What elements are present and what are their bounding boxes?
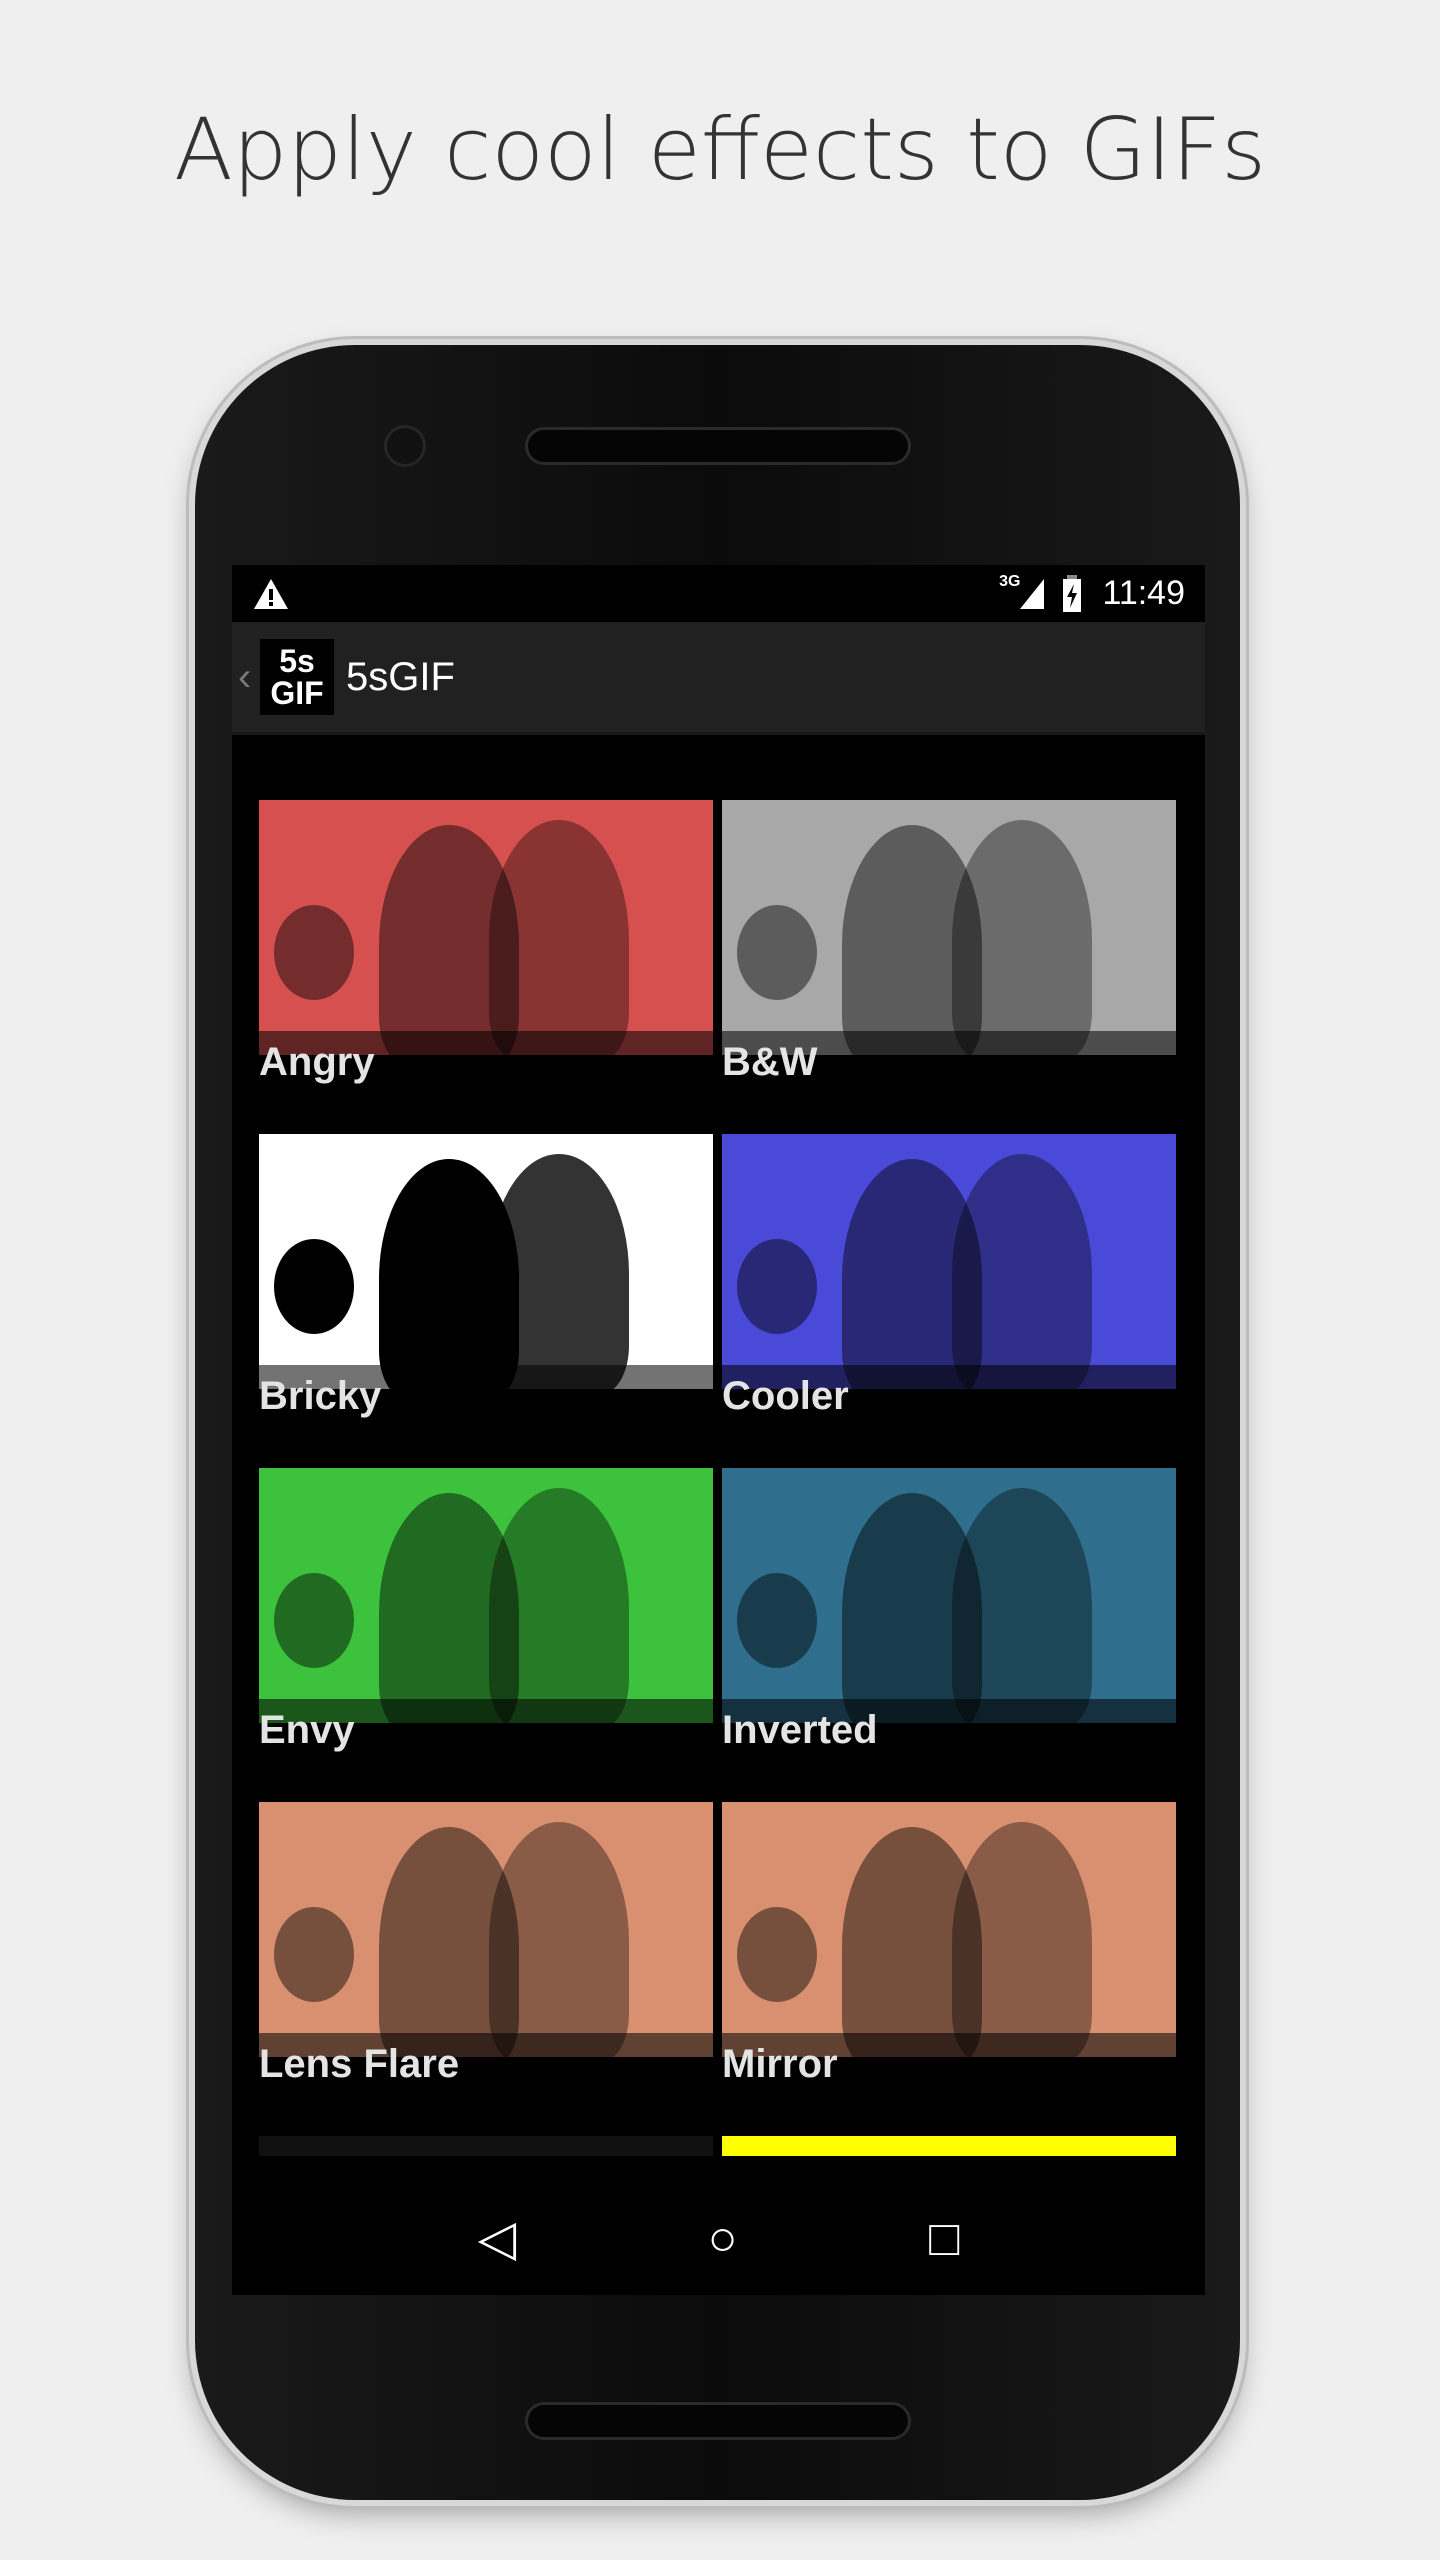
effect-tile[interactable]: Lens Flare	[259, 1802, 713, 2136]
effect-preview	[722, 800, 1176, 1055]
phone-frame: 3G 11:49 ‹ 5s GIF 5sGIF Angry B&W Bricky …	[195, 345, 1240, 2500]
effect-preview	[722, 1468, 1176, 1723]
effect-preview	[259, 2136, 713, 2156]
effect-label: Lens Flare	[259, 2042, 460, 2086]
logo-text-top: 5s	[279, 643, 315, 679]
effect-preview	[259, 1134, 713, 1389]
effect-tile[interactable]: Envy	[259, 1468, 713, 1802]
effect-label: Bricky	[259, 1374, 382, 1418]
home-icon[interactable]: ○	[708, 2209, 738, 2267]
effect-tile[interactable]: Cooler	[722, 1134, 1176, 1468]
app-title: 5sGIF	[346, 654, 455, 699]
action-bar: ‹ 5s GIF 5sGIF	[232, 622, 1205, 735]
navigation-bar: ◁ ○ □	[232, 2180, 1205, 2295]
effect-label: Angry	[259, 1040, 375, 1084]
front-camera	[387, 428, 423, 464]
effect-preview	[722, 1802, 1176, 2057]
up-chevron-icon[interactable]: ‹	[238, 655, 260, 700]
effect-preview	[259, 800, 713, 1055]
earpiece-speaker	[528, 430, 908, 462]
effect-label: Inverted	[722, 1708, 878, 1752]
battery-charging-icon	[1063, 574, 1082, 612]
effect-tile[interactable]: Inverted	[722, 1468, 1176, 1802]
logo-text-bottom: GIF	[270, 675, 324, 711]
effect-preview	[259, 1802, 713, 2057]
warning-icon	[254, 578, 288, 609]
effect-tile[interactable]: Angry	[259, 800, 713, 1134]
effect-tile[interactable]: Mirror	[722, 1802, 1176, 2136]
screen: 3G 11:49 ‹ 5s GIF 5sGIF Angry B&W Bricky …	[232, 565, 1205, 2295]
back-icon[interactable]: ◁	[478, 2209, 516, 2267]
effect-preview	[722, 1134, 1176, 1389]
effect-label: Mirror	[722, 2042, 838, 2086]
headline: Apply cool effects to GIFs	[173, 100, 1267, 200]
clock: 11:49	[1102, 574, 1185, 612]
effect-preview	[722, 2136, 1176, 2156]
effect-preview	[259, 1468, 713, 1723]
app-logo[interactable]: 5s GIF	[260, 639, 334, 715]
effect-label: Cooler	[722, 1374, 849, 1418]
network-type: 3G	[999, 573, 1021, 590]
effect-label: B&W	[722, 1040, 818, 1084]
recents-icon[interactable]: □	[929, 2209, 959, 2267]
bottom-speaker	[528, 2405, 908, 2437]
effect-tile[interactable]: Bricky	[259, 1134, 713, 1468]
effect-label: Envy	[259, 1708, 355, 1752]
effect-tile[interactable]: B&W	[722, 800, 1176, 1134]
signal-icon	[1020, 578, 1045, 609]
status-bar: 3G 11:49	[232, 565, 1205, 622]
